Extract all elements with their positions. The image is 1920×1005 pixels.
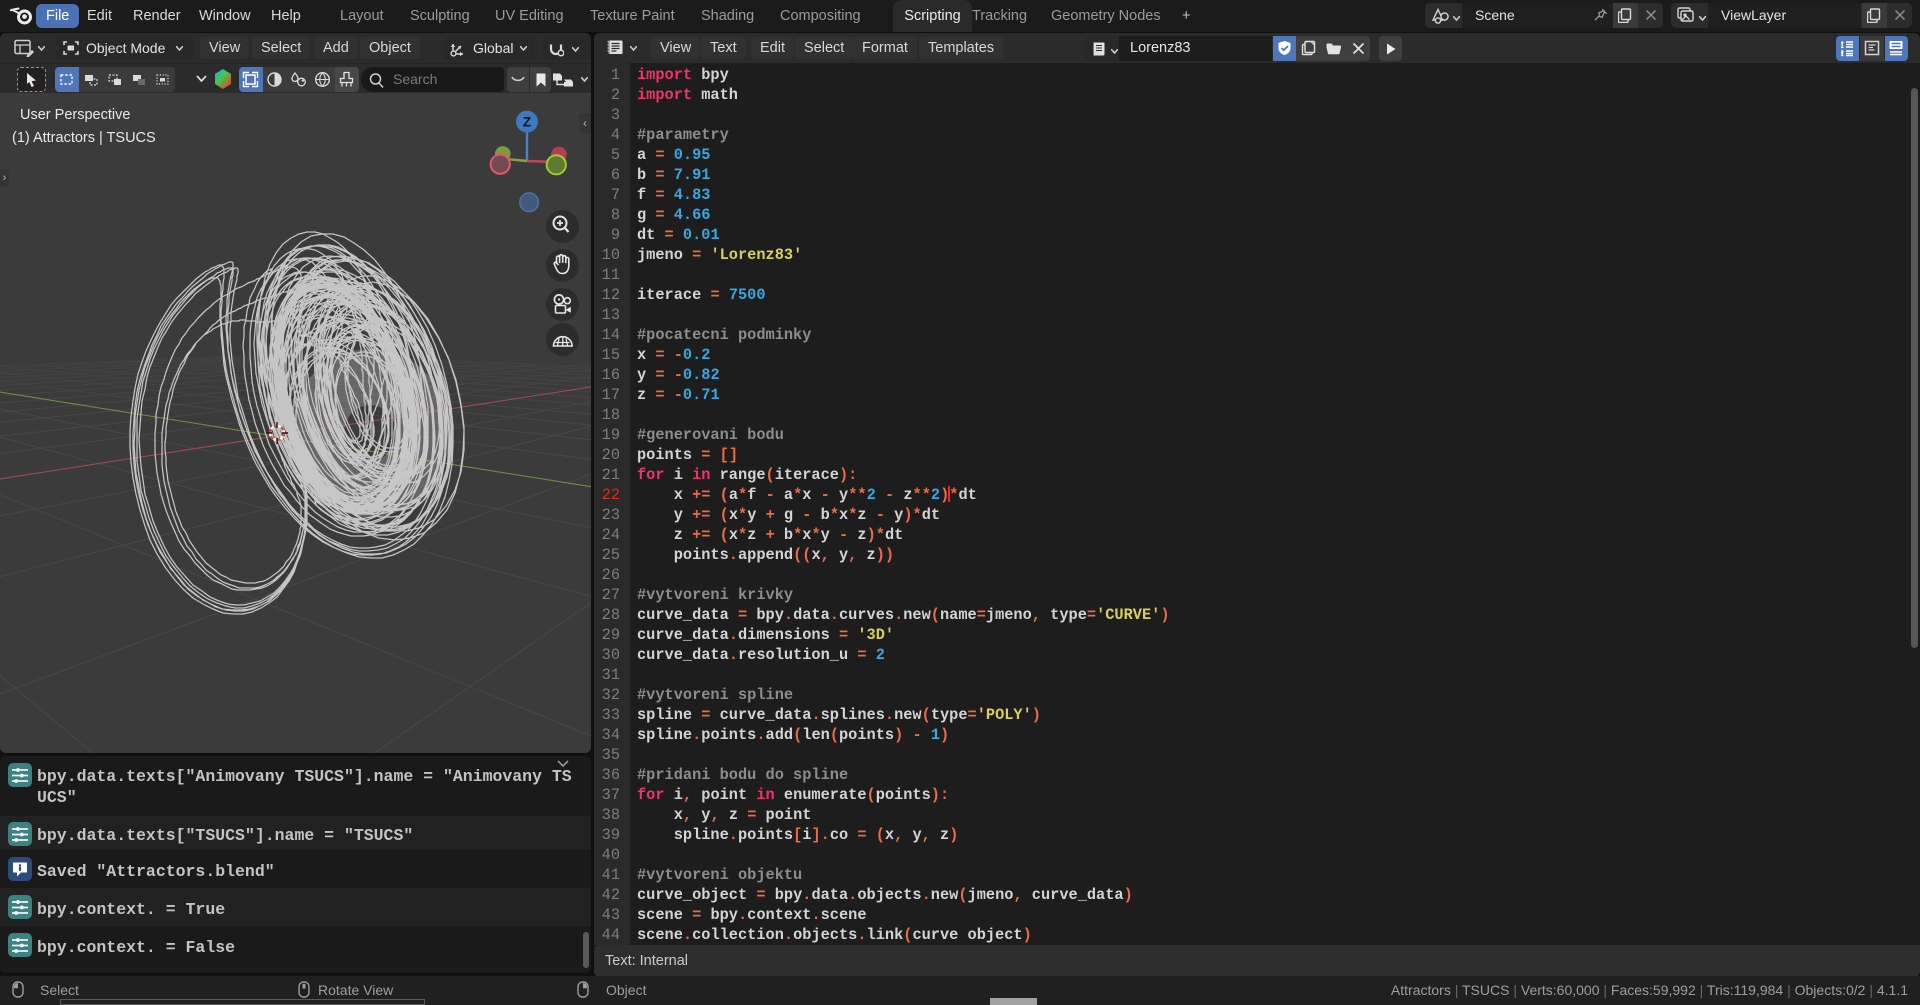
- svg-text:Z: Z: [523, 115, 531, 130]
